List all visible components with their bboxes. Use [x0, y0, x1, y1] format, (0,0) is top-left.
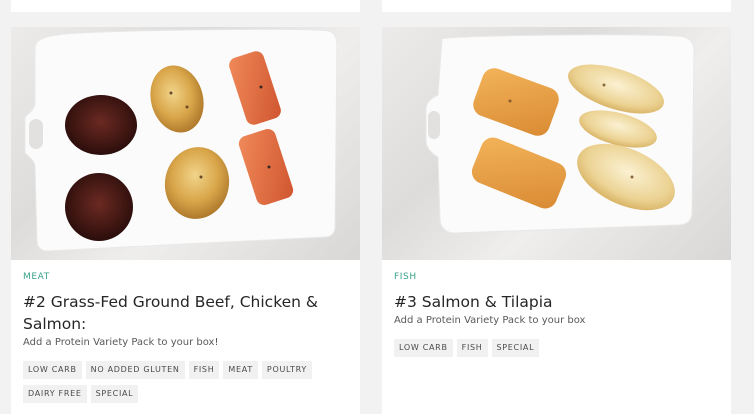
product-card-beef-chicken-salmon[interactable]: MEAT #2 Grass-Fed Ground Beef, Chicken &… [11, 27, 360, 414]
tag-low-carb[interactable]: LOW CARB [394, 339, 453, 357]
cutting-board-photo [425, 34, 695, 234]
tag-meat[interactable]: MEAT [223, 361, 258, 379]
tag-special[interactable]: SPECIAL [491, 339, 540, 357]
cutting-board-photo [24, 28, 338, 252]
category-label: MEAT [23, 272, 50, 282]
card-body: MEAT #2 Grass-Fed Ground Beef, Chicken &… [11, 260, 360, 403]
product-image[interactable] [11, 27, 360, 260]
tag-low-carb[interactable]: LOW CARB [23, 361, 82, 379]
category-label: FISH [394, 272, 417, 282]
tag-special[interactable]: SPECIAL [90, 385, 139, 403]
tag-poultry[interactable]: POULTRY [261, 361, 312, 379]
previous-card-left [11, 0, 360, 12]
card-body: FISH #3 Salmon & Tilapia Add a Protein V… [382, 260, 731, 357]
tag-list: LOW CARB NO ADDED GLUTEN FISH MEAT POULT… [23, 361, 323, 403]
tag-fish[interactable]: FISH [188, 361, 220, 379]
previous-card-right [382, 0, 731, 12]
tag-no-added-gluten[interactable]: NO ADDED GLUTEN [85, 361, 185, 379]
product-title[interactable]: #2 Grass-Fed Ground Beef, Chicken & Salm… [23, 291, 348, 335]
product-subtitle: Add a Protein Variety Pack to your box [394, 315, 586, 326]
tag-fish[interactable]: FISH [456, 339, 488, 357]
product-subtitle: Add a Protein Variety Pack to your box! [23, 337, 219, 348]
product-title[interactable]: #3 Salmon & Tilapia [394, 291, 719, 313]
product-grid: MEAT #2 Grass-Fed Ground Beef, Chicken &… [0, 0, 754, 414]
product-card-salmon-tilapia[interactable]: FISH #3 Salmon & Tilapia Add a Protein V… [382, 27, 731, 414]
tag-dairy-free[interactable]: DAIRY FREE [23, 385, 87, 403]
tag-list: LOW CARB FISH SPECIAL [394, 339, 694, 357]
product-image[interactable] [382, 27, 731, 260]
